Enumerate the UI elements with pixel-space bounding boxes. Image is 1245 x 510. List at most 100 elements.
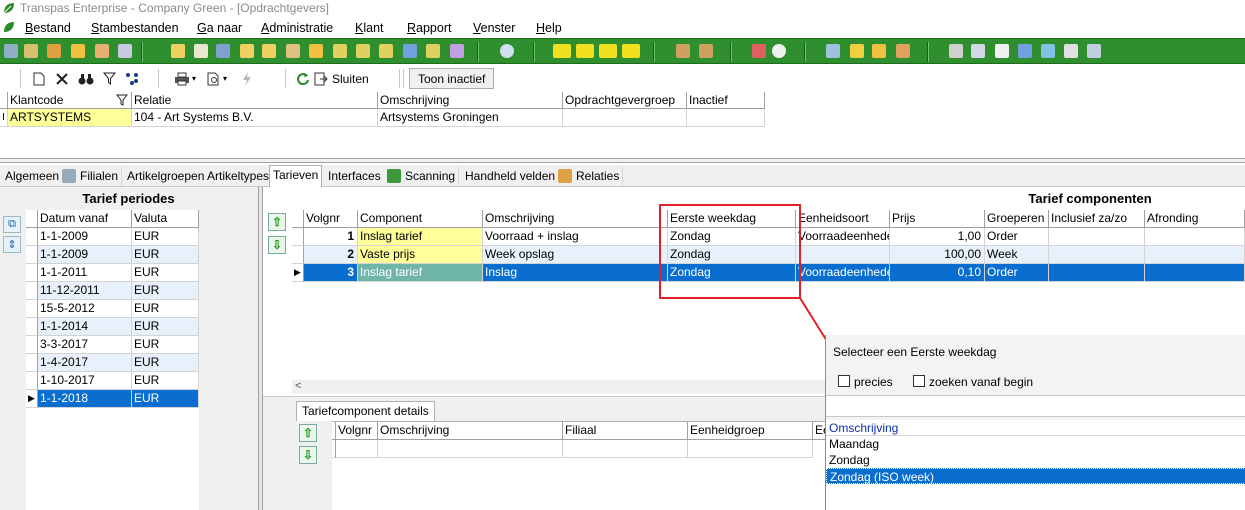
column-header-filiaal[interactable]: Filiaal (563, 422, 688, 440)
cell-valuta[interactable]: EUR (132, 246, 199, 264)
menu-venster[interactable]: Venster (473, 21, 515, 35)
calculator-icon[interactable] (118, 44, 132, 58)
cell-eenheidsoort[interactable]: Voorraadeenheden (796, 264, 890, 282)
edit-icon[interactable] (403, 44, 417, 58)
package-icon[interactable] (286, 44, 300, 58)
door-icon[interactable] (676, 44, 690, 58)
cell-valuta[interactable]: EUR (132, 264, 199, 282)
column-header-volgnr[interactable]: Volgnr (336, 422, 378, 440)
cell-datum-vanaf[interactable]: 1-1-2018 (38, 390, 132, 408)
column-header-eenheidsoort[interactable]: Eenheidsoort (796, 210, 890, 228)
table-row[interactable]: 1-10-2017 EUR (26, 372, 199, 390)
column-header-component[interactable]: Component (358, 210, 483, 228)
detail-move-down-icon[interactable]: ⇩ (299, 446, 317, 464)
cell-inclusief-za-zo[interactable] (1049, 246, 1145, 264)
cell-valuta[interactable]: EUR (132, 318, 199, 336)
column-header-eenheidgroep[interactable]: Eenheidgroep (688, 422, 813, 440)
sort-arrows-icon[interactable]: ⇕ (3, 236, 21, 253)
list-item-zondag-iso-week[interactable]: Zondag (ISO week) (826, 468, 1245, 484)
printer-icon[interactable] (949, 44, 963, 58)
menu-ga-naar[interactable]: Ga naar (197, 21, 242, 35)
column-header-inactief[interactable]: Inactief (687, 92, 765, 109)
coins-icon[interactable] (872, 44, 886, 58)
cell-inclusief-za-zo[interactable] (1049, 264, 1145, 282)
checklist-3-icon[interactable] (379, 44, 393, 58)
truck-yellow-4-icon[interactable] (622, 44, 640, 58)
cell-inclusief-za-zo[interactable] (1049, 228, 1145, 246)
cell-omschrijving[interactable]: Voorraad + inslag (483, 228, 668, 246)
tab-filialen[interactable]: Filialen (59, 167, 123, 186)
cell-empty[interactable] (688, 440, 813, 458)
menu-rapport[interactable]: Rapport (407, 21, 451, 35)
grid-icon[interactable] (450, 44, 464, 58)
cell-prijs[interactable]: 0,10 (890, 264, 985, 282)
table-row[interactable]: 1-1-2009 EUR (26, 246, 199, 264)
transfer-icon[interactable] (971, 44, 985, 58)
tab-handheld-velden[interactable]: Handheld velden (462, 167, 560, 186)
tab-relaties[interactable]: Relaties (555, 167, 624, 186)
left-scrollbar[interactable] (241, 210, 258, 510)
cell-valuta[interactable]: EUR (132, 372, 199, 390)
column-header-opdrachtgevergroep[interactable]: Opdrachtgevergroep (563, 92, 687, 109)
cell-valuta[interactable]: EUR (132, 282, 199, 300)
tag-icon[interactable] (896, 44, 910, 58)
boxes-icon[interactable] (850, 44, 864, 58)
cell-omschrijving[interactable]: Artsystems Groningen (378, 109, 563, 127)
cell-afronding[interactable] (1145, 264, 1245, 282)
delete-icon[interactable] (53, 68, 71, 89)
cell-omschrijving[interactable]: Week opslag (483, 246, 668, 264)
tab-artikeltypes[interactable]: Artikeltypes (204, 167, 274, 186)
column-header-groeperen-op[interactable]: Groeperen op (985, 210, 1049, 228)
clipboard-check-icon[interactable] (240, 44, 254, 58)
cell-volgnr[interactable]: 1 (304, 228, 358, 246)
column-header-inclusief-za-zo[interactable]: Inclusief za/zo (1049, 210, 1145, 228)
checklist-icon[interactable] (333, 44, 347, 58)
cell-groeperen-op[interactable]: Order (985, 264, 1049, 282)
column-header-valuta[interactable]: Valuta (132, 210, 199, 228)
truck-yellow-3-icon[interactable] (599, 44, 617, 58)
column-header-relatie[interactable]: Relatie (132, 92, 378, 109)
popup-search-input[interactable] (826, 395, 1245, 417)
right-horizontal-scrollbar[interactable]: < (292, 380, 827, 394)
show-inactive-button[interactable]: Toon inactief (409, 68, 495, 89)
cell-component[interactable]: Vaste prijs (358, 246, 483, 264)
door-exit-icon[interactable] (699, 44, 713, 58)
table-row[interactable]: 1-1-2011 EUR (26, 264, 199, 282)
scroll-left-arrow-icon[interactable]: < (295, 380, 301, 392)
move-up-icon[interactable]: ⇧ (268, 213, 286, 231)
cell-prijs[interactable]: 1,00 (890, 228, 985, 246)
menu-help[interactable]: Help (536, 21, 562, 35)
cell-valuta[interactable]: EUR (132, 336, 199, 354)
people-icon[interactable] (71, 44, 85, 58)
print-preview-icon[interactable]: ▾ (203, 68, 231, 89)
globe-icon[interactable] (500, 44, 514, 58)
clipboard-search-icon[interactable] (194, 44, 208, 58)
close-button[interactable]: Sluiten (296, 68, 376, 89)
table-row[interactable]: ▶ 1-1-2018 EUR (26, 390, 199, 408)
menu-administratie[interactable]: Administratie (261, 21, 333, 35)
cell-datum-vanaf[interactable]: 3-3-2017 (38, 336, 132, 354)
column-header-omschrijving[interactable]: Omschrijving (483, 210, 668, 228)
table-row[interactable]: 3-3-2017 EUR (26, 336, 199, 354)
cell-afronding[interactable] (1145, 246, 1245, 264)
filter-icon[interactable] (100, 68, 118, 89)
column-header-omschrijving[interactable]: Omschrijving (378, 422, 563, 440)
tab-artikelgroepen[interactable]: Artikelgroepen (124, 167, 209, 186)
truck-yellow-icon[interactable] (553, 44, 571, 58)
list-header-omschrijving[interactable]: Omschrijving (826, 420, 1245, 436)
binoculars-icon[interactable] (76, 68, 96, 89)
screen-icon[interactable] (1087, 44, 1101, 58)
tab-scanning[interactable]: Scanning (384, 167, 460, 186)
checklist-4-icon[interactable] (426, 44, 440, 58)
cell-datum-vanaf[interactable]: 1-10-2017 (38, 372, 132, 390)
cell-datum-vanaf[interactable]: 15-5-2012 (38, 300, 132, 318)
cell-omschrijving[interactable]: Inslag (483, 264, 668, 282)
cell-datum-vanaf[interactable]: 1-4-2017 (38, 354, 132, 372)
horizontal-splitter[interactable] (0, 158, 1245, 163)
table-row[interactable]: 1-1-2014 EUR (26, 318, 199, 336)
tab-algemeen[interactable]: Algemeen (2, 167, 64, 186)
menu-bestand[interactable]: Bestand (25, 21, 71, 35)
menu-klant[interactable]: Klant (355, 21, 384, 35)
document-icon[interactable] (262, 44, 276, 58)
move-down-icon[interactable]: ⇩ (268, 236, 286, 254)
